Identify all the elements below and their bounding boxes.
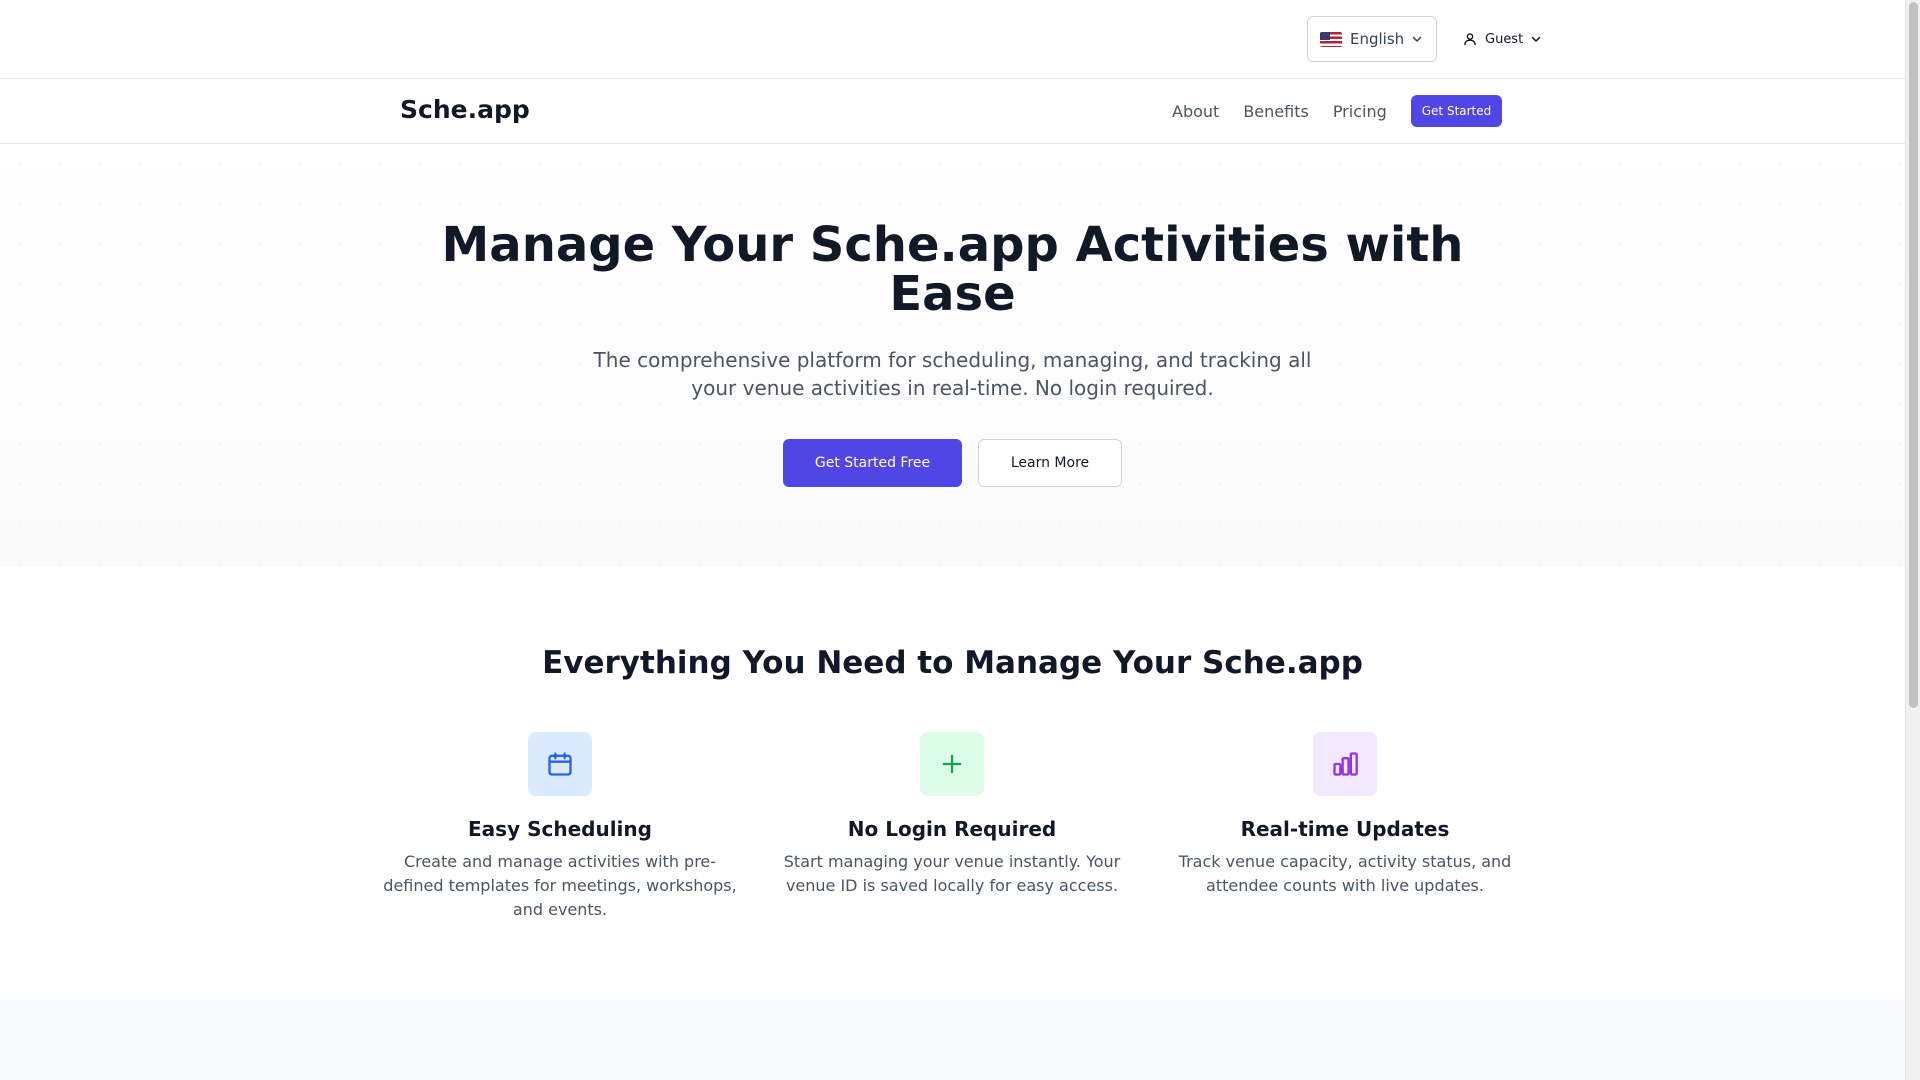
hero-buttons: Get Started Free Learn More [0,439,1905,487]
get-started-free-button[interactable]: Get Started Free [783,439,962,487]
learn-more-button[interactable]: Learn More [978,439,1122,487]
calendar-icon [528,732,592,796]
feature-description: Track venue capacity, activity status, a… [1178,852,1512,895]
bar-chart-icon [1313,732,1377,796]
hero-section: Manage Your Sche.app Activities with Eas… [0,144,1905,567]
vertical-scrollbar[interactable] [1905,0,1920,1080]
user-icon [1464,33,1476,46]
next-section [0,1000,1905,1080]
user-menu[interactable]: Guest [1463,24,1541,54]
feature-title: No Login Required [847,817,1057,841]
landing-page: English Guest Sche.app About Benefits Pr… [0,0,1905,1080]
chevron-down-icon [1412,36,1422,42]
nav-link-about[interactable]: About [1172,102,1219,121]
nav-link-pricing[interactable]: Pricing [1333,102,1387,121]
us-flag-icon [1320,31,1342,47]
feature-card: No Login Required Start managing your ve… [772,732,1132,898]
hero-subtitle: The comprehensive platform for schedulin… [593,348,1312,400]
features-section: Everything You Need to Manage Your Sche.… [0,567,1905,999]
language-label: English [1350,30,1405,48]
language-select[interactable]: English [1307,16,1437,62]
feature-card: Real-time Updates Track venue capacity, … [1165,732,1525,898]
feature-title: Real-time Updates [1240,817,1450,841]
top-utility-bar: English Guest [0,0,1905,79]
plus-icon [920,732,984,796]
hero-title: Manage Your Sche.app Activities with Eas… [441,217,1464,322]
main-navbar: Sche.app About Benefits Pricing Get Star… [0,79,1905,144]
get-started-button[interactable]: Get Started [1410,95,1503,127]
brand-logo[interactable]: Sche.app [400,95,530,124]
nav-link-benefits[interactable]: Benefits [1243,102,1309,121]
features-title: Everything You Need to Manage Your Sche.… [542,645,1363,681]
chevron-down-icon [1531,36,1541,42]
scrollbar-thumb[interactable] [1909,2,1918,708]
feature-title: Easy Scheduling [468,817,652,841]
nav-links: About Benefits Pricing Get Started [1172,95,1503,127]
feature-card: Easy Scheduling Create and manage activi… [380,732,740,922]
user-label: Guest [1485,31,1524,47]
feature-description: Start managing your venue instantly. You… [783,852,1121,895]
feature-description: Create and manage activities with pre-de… [383,852,737,919]
